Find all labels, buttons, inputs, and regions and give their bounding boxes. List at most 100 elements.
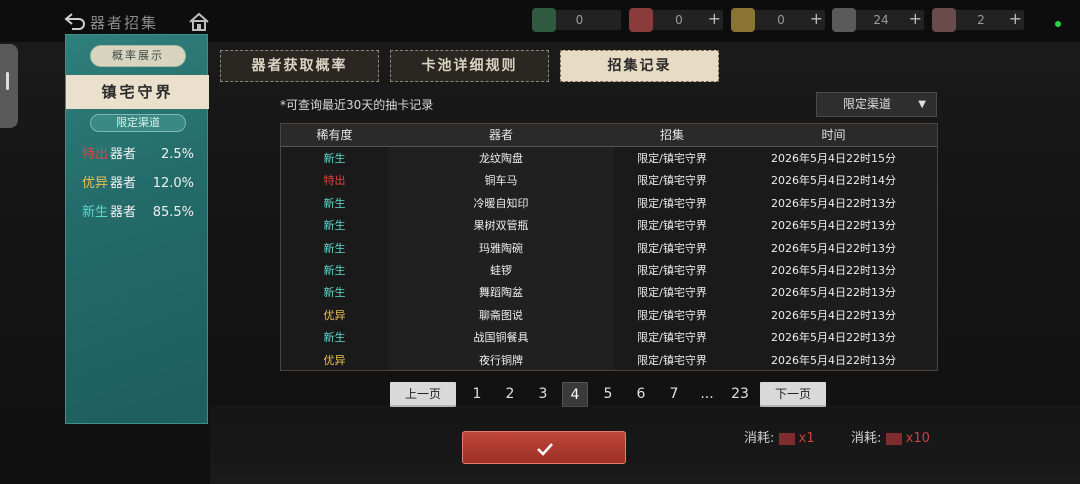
table-row: 新生 龙纹陶盘 限定/镇宅守界 2026年5月4日22时15分 (281, 148, 937, 170)
rate-label: 器者 (110, 176, 137, 191)
cell-item: 龙纹陶盘 (479, 152, 523, 165)
jade-coin-icon (532, 8, 556, 32)
cell-source: 限定/镇宅守界 (637, 308, 707, 322)
cell-time: 2026年5月4日22时13分 (771, 219, 896, 233)
table-row: 新生 舞蹈陶盆 限定/镇宅守界 2026年5月4日22时13分 (281, 282, 937, 304)
cell-rarity: 新生 (323, 152, 346, 165)
page-title: 器者招集 (90, 14, 159, 32)
table-row: 新生 战国铜餐具 限定/镇宅守界 2026年5月4日22时13分 (281, 327, 937, 349)
tab-probability[interactable]: 器者获取概率 (220, 50, 379, 82)
cell-rarity: 新生 (323, 264, 346, 277)
records-note: *可查询最近30天的抽卡记录 (280, 98, 434, 112)
cell-rarity: 特出 (323, 174, 346, 188)
resource-scroll: 2 + (932, 8, 1024, 32)
caret-down-icon: ▼ (918, 99, 926, 110)
resource-value: 0 (675, 13, 683, 27)
resource-value: 2 (977, 13, 985, 27)
table-header: 稀有度 器者 招集 时间 (281, 124, 937, 147)
cell-source: 限定/镇宅守界 (637, 219, 707, 233)
table-row: 新生 冷暖自知印 限定/镇宅守界 2026年5月4日22时13分 (281, 193, 937, 215)
header-rarity: 稀有度 (316, 128, 353, 142)
scroll-icon (932, 8, 956, 32)
cell-item: 舞蹈陶盆 (479, 286, 523, 300)
page-number[interactable]: 3 (530, 382, 556, 407)
resource-ticket: 24 + (832, 8, 924, 32)
table-row: 优异 聊斋图说 限定/镇宅守界 2026年5月4日22时13分 (281, 305, 937, 327)
envelope-icon (885, 432, 902, 445)
cell-time: 2026年5月4日22时13分 (771, 241, 896, 255)
resource-gold: 0 + (731, 8, 825, 32)
gacha-record-screen: 器者招集 0 0 + 0 + 24 + 2 + 概率展示 镇宅守界 限定渠道 特… (0, 0, 1080, 484)
consume-single: 消耗: x1 (744, 427, 815, 446)
add-envelope-button[interactable]: + (708, 9, 721, 29)
page-number[interactable]: 5 (595, 382, 621, 407)
rate-label: 器者 (110, 205, 137, 220)
consume-count: x1 (798, 431, 815, 446)
cell-rarity: 新生 (323, 196, 346, 210)
probability-panel: 概率展示 镇宅守界 限定渠道 特出 器者 2.5% 优异 器者 12.0% 新生… (65, 34, 209, 424)
cell-time: 2026年5月4日22时13分 (771, 308, 896, 322)
rarity-label: 优异 (82, 176, 109, 191)
page-number[interactable]: 23 (727, 382, 753, 407)
page-number[interactable]: 6 (628, 382, 654, 407)
cell-item: 冷暖自知印 (473, 196, 529, 210)
cell-source: 限定/镇宅守界 (637, 196, 707, 210)
cell-source: 限定/镇宅守界 (637, 264, 707, 277)
cell-rarity: 新生 (323, 286, 346, 300)
page-number[interactable]: 2 (497, 382, 523, 407)
page-ellipsis: ... (700, 386, 714, 402)
table-row: 特出 铜车马 限定/镇宅守界 2026年5月4日22时14分 (281, 170, 937, 192)
add-gold-button[interactable]: + (810, 9, 823, 29)
rate-percent: 2.5% (160, 147, 194, 162)
page-number[interactable]: 4 (562, 382, 588, 407)
red-envelope-icon (629, 8, 653, 32)
cell-item: 聊斋图说 (479, 308, 523, 322)
cell-source: 限定/镇宅守界 (637, 331, 707, 345)
side-pull-tab[interactable] (0, 44, 18, 128)
cell-time: 2026年5月4日22时13分 (771, 286, 896, 300)
add-ticket-button[interactable]: + (909, 9, 922, 29)
page-number[interactable]: 1 (464, 382, 490, 407)
consume-count: x10 (905, 431, 930, 446)
cell-source: 限定/镇宅守界 (637, 152, 707, 165)
page-number[interactable]: 7 (661, 382, 687, 407)
cell-item: 玛雅陶碗 (479, 241, 523, 255)
rarity-label: 新生 (82, 205, 109, 220)
resource-envelope: 0 + (629, 8, 723, 32)
cell-item: 果树双管瓶 (473, 219, 529, 233)
cell-item: 夜行铜牌 (479, 353, 523, 367)
pool-name: 镇宅守界 (66, 75, 209, 109)
gold-coin-icon (731, 8, 755, 32)
tab-pool-rules[interactable]: 卡池详细规则 (390, 50, 549, 82)
cell-source: 限定/镇宅守界 (637, 241, 707, 255)
cell-time: 2026年5月4日22时14分 (771, 174, 896, 188)
cell-rarity: 优异 (323, 353, 346, 367)
next-page-button[interactable]: 下一页 (760, 382, 826, 407)
back-arrow-icon[interactable] (64, 11, 86, 31)
resource-value: 24 (873, 13, 889, 27)
rate-row: 优异 器者 12.0% (82, 175, 194, 193)
prev-page-button[interactable]: 上一页 (390, 382, 456, 407)
table-row: 新生 玛雅陶碗 限定/镇宅守界 2026年5月4日22时13分 (281, 238, 937, 260)
rate-row: 特出 器者 2.5% (82, 146, 194, 164)
cell-source: 限定/镇宅守界 (637, 286, 707, 300)
cell-time: 2026年5月4日22时13分 (771, 353, 896, 367)
cell-item: 战国铜餐具 (473, 331, 529, 345)
resource-jade: 0 (532, 8, 621, 32)
consume-label: 消耗: (851, 431, 882, 446)
confirm-button[interactable] (462, 431, 626, 464)
rarity-label: 特出 (82, 147, 109, 162)
consume-label: 消耗: (744, 431, 775, 446)
table-row: 新生 蛙锣 限定/镇宅守界 2026年5月4日22时13分 (281, 260, 937, 282)
header-source: 招集 (659, 128, 684, 142)
cell-time: 2026年5月4日22时13分 (771, 196, 896, 210)
home-icon[interactable] (188, 11, 210, 33)
cell-rarity: 新生 (323, 331, 346, 345)
cell-item: 蛙锣 (490, 264, 512, 277)
channel-dropdown[interactable]: 限定渠道 ▼ (816, 92, 937, 117)
table-row: 新生 果树双管瓶 限定/镇宅守界 2026年5月4日22时13分 (281, 215, 937, 237)
tab-records[interactable]: 招集记录 (560, 50, 719, 82)
cell-time: 2026年5月4日22时15分 (771, 152, 896, 165)
add-scroll-button[interactable]: + (1009, 9, 1022, 29)
cell-source: 限定/镇宅守界 (637, 353, 707, 367)
